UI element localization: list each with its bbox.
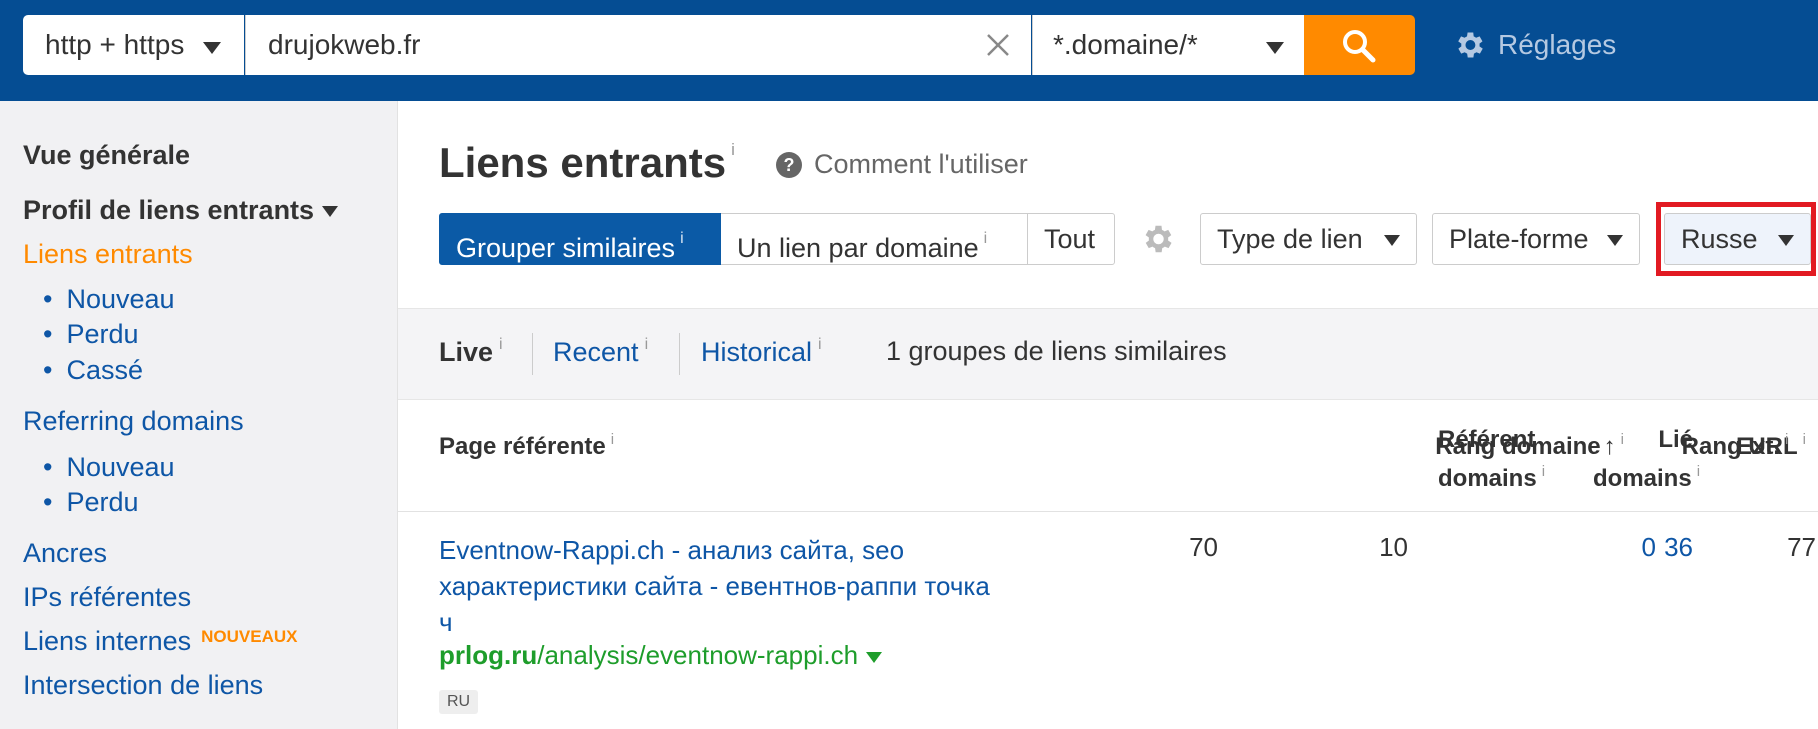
column-label: domains [1438, 465, 1537, 492]
sidebar-item-internal-links[interactable]: Liens internes NOUVEAUX [23, 626, 297, 657]
new-badge: NOUVEAUX [201, 627, 298, 646]
all-button[interactable]: Tout [1027, 213, 1115, 265]
group-similar-button[interactable]: Grouper similaires i [439, 213, 722, 265]
sidebar-item-backlinks-lost[interactable]: Perdu [43, 319, 138, 350]
result-count: 1 groupes de liens similaires [886, 336, 1227, 366]
one-per-domain-button[interactable]: Un lien par domaine i [721, 213, 1028, 265]
tab-label: Recent [553, 337, 639, 367]
howto-link[interactable]: ? Comment l'utiliser [776, 149, 1028, 180]
divider [532, 333, 533, 375]
page-title-text: Liens entrants [439, 139, 727, 186]
column-label: domains [1593, 465, 1692, 492]
info-icon: i [818, 336, 822, 353]
sidebar: Vue générale Profil de liens entrants Li… [0, 101, 398, 729]
referring-domain: prlog.ru [439, 640, 538, 670]
tab-label: Historical [701, 337, 813, 367]
clear-icon[interactable] [983, 30, 1013, 60]
sidebar-item-anchors[interactable]: Ancres [23, 538, 107, 569]
caret-down-icon [203, 42, 221, 54]
column-label: Référent [1438, 426, 1536, 453]
page-title: Liens entrants i [439, 139, 735, 187]
sidebar-item-backlinks-broken[interactable]: Cassé [43, 355, 143, 386]
mode-value: *.domaine/* [1053, 29, 1198, 60]
protocol-select[interactable]: http + https [23, 15, 244, 75]
divider [679, 333, 680, 375]
mode-select[interactable]: *.domaine/* [1032, 15, 1304, 75]
info-icon: i [983, 230, 988, 247]
sidebar-item-referring-new[interactable]: Nouveau [43, 452, 174, 483]
howto-label: Comment l'utiliser [814, 149, 1028, 179]
tab-historical[interactable]: Historical i [701, 336, 822, 368]
column-header-page[interactable]: Page référente i [439, 424, 614, 463]
caret-down-icon [1607, 235, 1623, 246]
search-icon [1343, 30, 1376, 63]
sidebar-item-referring-lost[interactable]: Perdu [43, 487, 138, 518]
info-icon: i [1541, 463, 1546, 480]
language-badge: RU [439, 690, 479, 714]
column-header-linked-domains[interactable]: Lié domains i [1593, 424, 1700, 495]
protocol-value: http + https [45, 29, 185, 60]
settings-label: Réglages [1498, 29, 1617, 60]
column-label: Lié [1658, 426, 1693, 453]
referring-page-url[interactable]: prlog.ru/analysis/eventnow-rappi.ch [439, 640, 883, 671]
sidebar-item-backlinks-new[interactable]: Nouveau [43, 284, 174, 315]
platform-dropdown[interactable]: Plate-forme [1432, 213, 1640, 265]
cell-dr-value: 70 [1189, 532, 1218, 562]
sidebar-item-link-intersect[interactable]: Intersection de liens [23, 670, 263, 701]
cell-ext: 77 [1787, 532, 1816, 562]
info-icon[interactable]: i [731, 140, 735, 159]
sidebar-item-label: Profil de liens entrants [23, 195, 315, 225]
info-icon: i [610, 431, 615, 448]
settings-button[interactable]: Réglages [1452, 22, 1616, 68]
gear-icon [1458, 32, 1483, 58]
link-type-label: Type de lien [1217, 224, 1363, 254]
referring-path: /analysis/eventnow-rappi.ch [537, 640, 859, 670]
sidebar-item-label: Liens internes [23, 626, 192, 656]
sidebar-item-profile[interactable]: Profil de liens entrants [23, 195, 339, 226]
main-content: Liens entrants i ? Comment l'utiliser Gro… [398, 101, 1818, 729]
caret-down-icon [1384, 235, 1400, 246]
group-similar-label: Grouper similaires [456, 233, 676, 263]
top-search-bar: http + https *.domaine/* Réglages [0, 0, 1818, 101]
column-label: Ext. [1736, 433, 1781, 460]
caret-down-icon [322, 206, 339, 218]
url-field [245, 15, 1031, 75]
history-tabs: Live i Recent i Historical i 1 groupes de l… [398, 308, 1818, 400]
sidebar-item-referring-ips[interactable]: IPs référentes [23, 582, 191, 613]
platform-label: Plate-forme [1449, 224, 1589, 254]
info-icon: i [1785, 431, 1789, 448]
caret-down-icon[interactable] [866, 651, 883, 663]
cell-linked-domains[interactable]: 36 [1593, 532, 1693, 563]
column-header-ext[interactable]: Ext. i [1736, 424, 1788, 463]
gear-icon[interactable] [1139, 221, 1175, 257]
tab-label: Live [439, 337, 494, 367]
info-icon: i [1696, 463, 1701, 480]
one-per-domain-label: Un lien par domaine [737, 233, 979, 263]
sidebar-item-referring-domains[interactable]: Referring domains [23, 406, 244, 437]
search-button[interactable] [1304, 15, 1415, 75]
sidebar-item-backlinks[interactable]: Liens entrants [23, 239, 193, 270]
caret-down-icon [1266, 42, 1284, 54]
help-icon: ? [776, 151, 802, 178]
info-icon: i [680, 230, 684, 247]
info-icon: i [499, 336, 503, 353]
info-icon: i [1802, 431, 1806, 448]
info-icon: i [644, 336, 649, 353]
url-input[interactable] [268, 27, 958, 63]
highlight-box [1656, 202, 1816, 276]
tab-recent[interactable]: Recent i [553, 336, 648, 368]
column-label: Page référente [439, 433, 606, 460]
sidebar-item-overview[interactable]: Vue générale [23, 140, 190, 171]
column-header-ref-domains[interactable]: Référent domains i [1438, 424, 1545, 495]
link-type-dropdown[interactable]: Type de lien [1200, 213, 1417, 265]
tab-live[interactable]: Live i [439, 336, 503, 368]
